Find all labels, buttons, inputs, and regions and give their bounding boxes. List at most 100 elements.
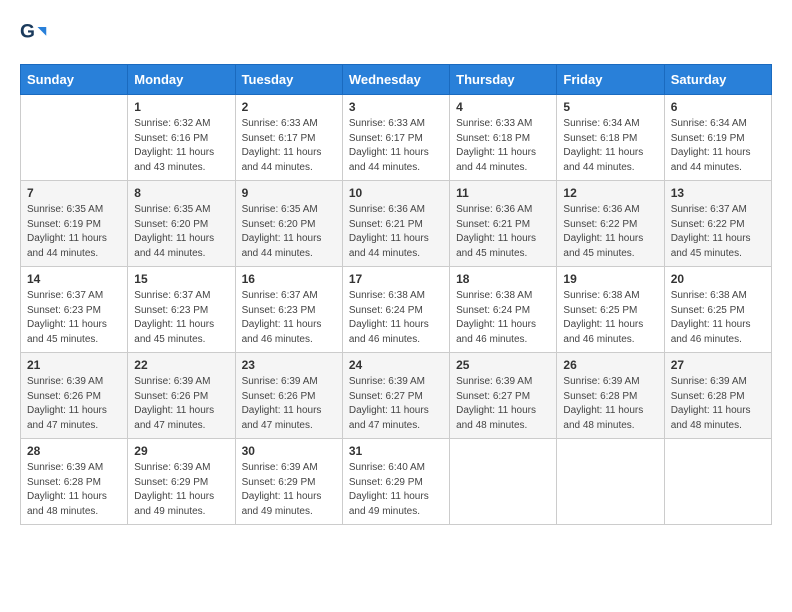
calendar-cell — [450, 439, 557, 525]
calendar-cell: 20Sunrise: 6:38 AM Sunset: 6:25 PM Dayli… — [664, 267, 771, 353]
weekday-header-monday: Monday — [128, 65, 235, 95]
day-info: Sunrise: 6:39 AM Sunset: 6:28 PM Dayligh… — [563, 375, 657, 433]
day-number: 21 — [27, 358, 121, 372]
day-number: 13 — [671, 186, 765, 200]
calendar-cell: 6 Sunrise: 6:34 AM Sunset: 6:19 PM Daylig… — [664, 95, 771, 181]
day-number: 10 — [349, 186, 443, 200]
calendar-cell: 30 Sunrise: 6:39 AM Sunset: 6:29 PM Dayli… — [235, 439, 342, 525]
day-info: Sunrise: 6:39 AM Sunset: 6:28 PM Dayligh… — [671, 375, 765, 433]
calendar-cell: 13 Sunrise: 6:37 AM Sunset: 6:22 PM Dayli… — [664, 181, 771, 267]
calendar-cell: 19 Sunrise: 6:38 AM Sunset: 6:25 PM Dayli… — [557, 267, 664, 353]
calendar-cell: 2 Sunrise: 6:33 AM Sunset: 6:17 PM Daylig… — [235, 95, 342, 181]
calendar-cell: 11 Sunrise: 6:36 AM Sunset: 6:21 PM Dayli… — [450, 181, 557, 267]
day-info: Sunrise: 6:35 AM Sunset: 6:20 PM Dayligh… — [242, 203, 336, 261]
weekday-header-wednesday: Wednesday — [342, 65, 449, 95]
calendar-cell: 23 Sunrise: 6:39 AM Sunset: 6:26 PM Dayli… — [235, 353, 342, 439]
day-info: Sunrise: 6:35 AM Sunset: 6:20 PM Dayligh… — [134, 203, 228, 261]
day-info: Sunrise: 6:33 AM Sunset: 6:17 PM Dayligh… — [349, 117, 443, 175]
day-number: 29 — [134, 444, 228, 458]
day-info: Sunrise: 6:39 AM Sunset: 6:29 PM Dayligh… — [134, 461, 228, 519]
weekday-header-row: SundayMondayTuesdayWednesdayThursdayFrid… — [21, 65, 772, 95]
logo-icon: G — [20, 20, 48, 48]
day-info: Sunrise: 6:37 AM Sunset: 6:22 PM Dayligh… — [671, 203, 765, 261]
day-number: 9 — [242, 186, 336, 200]
day-info: Sunrise: 6:35 AM Sunset: 6:19 PM Dayligh… — [27, 203, 121, 261]
calendar-cell: 8 Sunrise: 6:35 AM Sunset: 6:20 PM Daylig… — [128, 181, 235, 267]
day-info: Sunrise: 6:38 AM Sunset: 6:24 PM Dayligh… — [456, 289, 550, 347]
day-info: Sunrise: 6:33 AM Sunset: 6:18 PM Dayligh… — [456, 117, 550, 175]
calendar-cell: 10 Sunrise: 6:36 AM Sunset: 6:21 PM Dayli… — [342, 181, 449, 267]
day-info: Sunrise: 6:39 AM Sunset: 6:29 PM Dayligh… — [242, 461, 336, 519]
calendar-week-5: 28Sunrise: 6:39 AM Sunset: 6:28 PM Dayli… — [21, 439, 772, 525]
day-info: Sunrise: 6:39 AM Sunset: 6:26 PM Dayligh… — [27, 375, 121, 433]
day-info: Sunrise: 6:39 AM Sunset: 6:26 PM Dayligh… — [242, 375, 336, 433]
day-info: Sunrise: 6:37 AM Sunset: 6:23 PM Dayligh… — [134, 289, 228, 347]
day-number: 27 — [671, 358, 765, 372]
logo: G — [20, 20, 52, 48]
svg-text:G: G — [20, 22, 35, 43]
calendar-cell: 21 Sunrise: 6:39 AM Sunset: 6:26 PM Dayli… — [21, 353, 128, 439]
weekday-header-thursday: Thursday — [450, 65, 557, 95]
day-info: Sunrise: 6:37 AM Sunset: 6:23 PM Dayligh… — [242, 289, 336, 347]
weekday-header-tuesday: Tuesday — [235, 65, 342, 95]
calendar-cell: 29 Sunrise: 6:39 AM Sunset: 6:29 PM Dayli… — [128, 439, 235, 525]
calendar-cell: 17 Sunrise: 6:38 AM Sunset: 6:24 PM Dayli… — [342, 267, 449, 353]
day-info: Sunrise: 6:39 AM Sunset: 6:28 PM Dayligh… — [27, 461, 121, 519]
day-number: 18 — [456, 272, 550, 286]
day-number: 31 — [349, 444, 443, 458]
day-number: 6 — [671, 100, 765, 114]
day-number: 22 — [134, 358, 228, 372]
calendar-cell: 25Sunrise: 6:39 AM Sunset: 6:27 PM Dayli… — [450, 353, 557, 439]
calendar-week-3: 14 Sunrise: 6:37 AM Sunset: 6:23 PM Dayli… — [21, 267, 772, 353]
day-info: Sunrise: 6:39 AM Sunset: 6:27 PM Dayligh… — [349, 375, 443, 433]
day-number: 12 — [563, 186, 657, 200]
calendar-cell: 26 Sunrise: 6:39 AM Sunset: 6:28 PM Dayli… — [557, 353, 664, 439]
day-number: 20 — [671, 272, 765, 286]
calendar-cell: 27 Sunrise: 6:39 AM Sunset: 6:28 PM Dayli… — [664, 353, 771, 439]
day-number: 8 — [134, 186, 228, 200]
day-number: 17 — [349, 272, 443, 286]
day-number: 4 — [456, 100, 550, 114]
day-number: 3 — [349, 100, 443, 114]
day-info: Sunrise: 6:34 AM Sunset: 6:19 PM Dayligh… — [671, 117, 765, 175]
day-number: 7 — [27, 186, 121, 200]
day-info: Sunrise: 6:36 AM Sunset: 6:21 PM Dayligh… — [349, 203, 443, 261]
calendar-cell: 22Sunrise: 6:39 AM Sunset: 6:26 PM Dayli… — [128, 353, 235, 439]
calendar-cell: 9 Sunrise: 6:35 AM Sunset: 6:20 PM Daylig… — [235, 181, 342, 267]
day-info: Sunrise: 6:34 AM Sunset: 6:18 PM Dayligh… — [563, 117, 657, 175]
day-number: 19 — [563, 272, 657, 286]
day-number: 14 — [27, 272, 121, 286]
day-number: 11 — [456, 186, 550, 200]
day-info: Sunrise: 6:40 AM Sunset: 6:29 PM Dayligh… — [349, 461, 443, 519]
calendar-cell: 14 Sunrise: 6:37 AM Sunset: 6:23 PM Dayli… — [21, 267, 128, 353]
day-number: 23 — [242, 358, 336, 372]
day-number: 1 — [134, 100, 228, 114]
calendar-cell: 4 Sunrise: 6:33 AM Sunset: 6:18 PM Daylig… — [450, 95, 557, 181]
weekday-header-friday: Friday — [557, 65, 664, 95]
calendar-table: SundayMondayTuesdayWednesdayThursdayFrid… — [20, 64, 772, 525]
calendar-cell: 24 Sunrise: 6:39 AM Sunset: 6:27 PM Dayli… — [342, 353, 449, 439]
calendar-week-4: 21 Sunrise: 6:39 AM Sunset: 6:26 PM Dayli… — [21, 353, 772, 439]
day-number: 24 — [349, 358, 443, 372]
calendar-cell: 31 Sunrise: 6:40 AM Sunset: 6:29 PM Dayli… — [342, 439, 449, 525]
calendar-cell — [557, 439, 664, 525]
day-info: Sunrise: 6:36 AM Sunset: 6:21 PM Dayligh… — [456, 203, 550, 261]
calendar-cell: 18 Sunrise: 6:38 AM Sunset: 6:24 PM Dayli… — [450, 267, 557, 353]
day-info: Sunrise: 6:37 AM Sunset: 6:23 PM Dayligh… — [27, 289, 121, 347]
day-number: 26 — [563, 358, 657, 372]
calendar-cell — [21, 95, 128, 181]
day-number: 16 — [242, 272, 336, 286]
calendar-cell: 7 Sunrise: 6:35 AM Sunset: 6:19 PM Daylig… — [21, 181, 128, 267]
day-number: 2 — [242, 100, 336, 114]
calendar-cell: 5Sunrise: 6:34 AM Sunset: 6:18 PM Daylig… — [557, 95, 664, 181]
day-number: 30 — [242, 444, 336, 458]
day-number: 25 — [456, 358, 550, 372]
day-info: Sunrise: 6:38 AM Sunset: 6:24 PM Dayligh… — [349, 289, 443, 347]
calendar-cell: 16 Sunrise: 6:37 AM Sunset: 6:23 PM Dayli… — [235, 267, 342, 353]
calendar-cell: 15Sunrise: 6:37 AM Sunset: 6:23 PM Dayli… — [128, 267, 235, 353]
day-info: Sunrise: 6:33 AM Sunset: 6:17 PM Dayligh… — [242, 117, 336, 175]
calendar-week-2: 7 Sunrise: 6:35 AM Sunset: 6:19 PM Daylig… — [21, 181, 772, 267]
calendar-week-1: 1Sunrise: 6:32 AM Sunset: 6:16 PM Daylig… — [21, 95, 772, 181]
calendar-cell: 3 Sunrise: 6:33 AM Sunset: 6:17 PM Daylig… — [342, 95, 449, 181]
day-info: Sunrise: 6:38 AM Sunset: 6:25 PM Dayligh… — [563, 289, 657, 347]
